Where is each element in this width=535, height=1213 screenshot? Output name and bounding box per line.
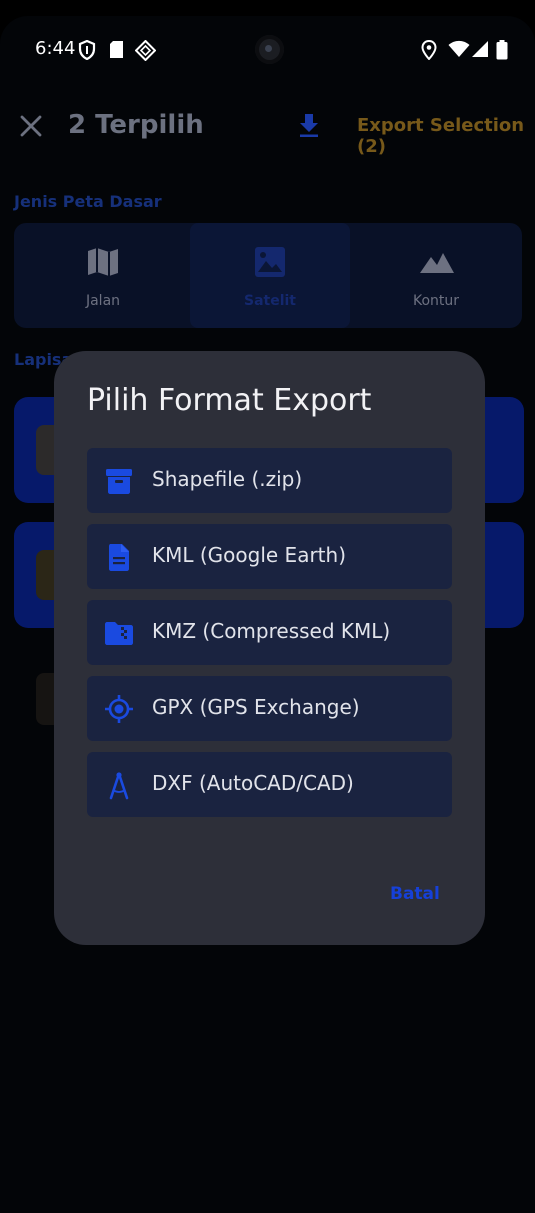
basemap-option-jalan[interactable]: Jalan bbox=[23, 223, 183, 328]
dialog-title: Pilih Format Export bbox=[87, 383, 372, 418]
option-label: GPX (GPS Exchange) bbox=[152, 695, 360, 719]
option-label: KML (Google Earth) bbox=[152, 543, 346, 567]
wifi-icon bbox=[448, 40, 470, 57]
diamond-icon bbox=[135, 40, 156, 61]
gps-target-icon bbox=[105, 695, 133, 723]
status-bar: 6:44 bbox=[0, 16, 535, 86]
basemap-selector: Jalan Satelit Kontur bbox=[14, 223, 522, 328]
battery-icon bbox=[496, 40, 508, 60]
status-time: 6:44 bbox=[35, 38, 76, 59]
satellite-image-icon bbox=[255, 247, 285, 277]
basemap-option-label: Satelit bbox=[243, 293, 296, 309]
cell-signal-icon bbox=[472, 41, 488, 57]
sd-card-icon bbox=[110, 41, 123, 58]
selection-count-title: 2 Terpilih bbox=[68, 110, 204, 140]
document-icon bbox=[109, 544, 129, 571]
cancel-button[interactable]: Batal bbox=[390, 884, 440, 904]
basemap-option-label: Jalan bbox=[85, 293, 121, 309]
export-format-dialog: Pilih Format Export Shapefile (.zip) KML… bbox=[54, 351, 485, 945]
option-label: DXF (AutoCAD/CAD) bbox=[152, 771, 354, 795]
option-shapefile[interactable]: Shapefile (.zip) bbox=[87, 448, 452, 513]
option-label: Shapefile (.zip) bbox=[152, 467, 303, 491]
compass-drafting-icon bbox=[109, 772, 129, 800]
close-icon[interactable] bbox=[19, 114, 43, 138]
front-camera bbox=[255, 35, 284, 64]
app-bar: 2 Terpilih Export Selection (2) bbox=[0, 96, 535, 157]
basemap-option-label: Kontur bbox=[412, 293, 460, 309]
map-icon bbox=[88, 248, 118, 276]
shield-icon bbox=[78, 40, 96, 60]
screen: 6:44 2 Terpilih Export Selection (2) Jen… bbox=[0, 16, 535, 1213]
option-gpx[interactable]: GPX (GPS Exchange) bbox=[87, 676, 452, 741]
option-label: KMZ (Compressed KML) bbox=[152, 619, 391, 643]
location-icon bbox=[421, 40, 437, 60]
archive-icon bbox=[106, 469, 132, 494]
download-icon[interactable] bbox=[296, 112, 322, 138]
option-kml[interactable]: KML (Google Earth) bbox=[87, 524, 452, 589]
basemap-option-satelit[interactable]: Satelit bbox=[190, 223, 350, 328]
basemap-option-kontur[interactable]: Kontur bbox=[356, 223, 516, 328]
zip-folder-icon bbox=[105, 622, 133, 645]
basemap-section-label: Jenis Peta Dasar bbox=[14, 192, 162, 211]
export-selection-button[interactable]: Export Selection (2) bbox=[357, 115, 535, 157]
option-kmz[interactable]: KMZ (Compressed KML) bbox=[87, 600, 452, 665]
terrain-icon bbox=[420, 253, 454, 273]
option-dxf[interactable]: DXF (AutoCAD/CAD) bbox=[87, 752, 452, 817]
